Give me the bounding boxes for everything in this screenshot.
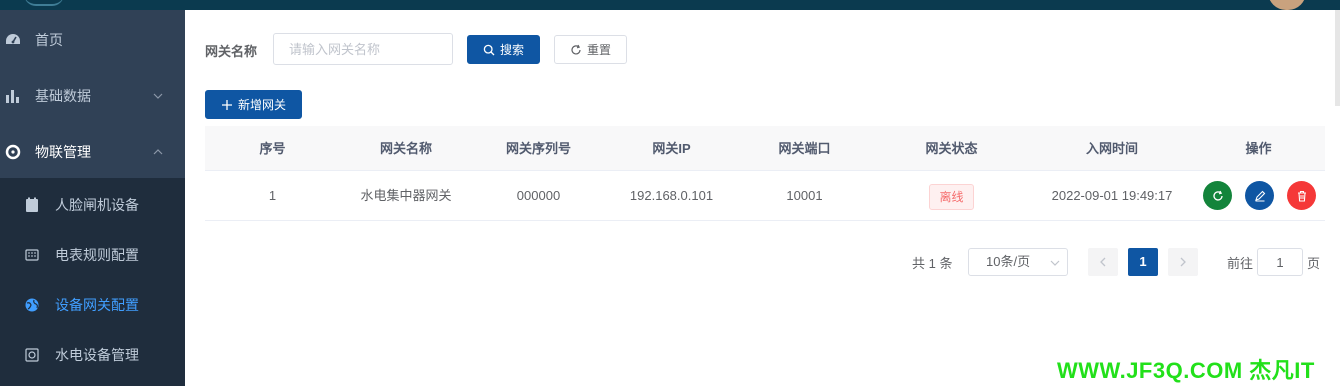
- chevron-up-icon: [153, 149, 163, 155]
- reset-button[interactable]: 重置: [554, 35, 627, 64]
- goto-page-input[interactable]: [1257, 248, 1303, 276]
- sidebar-item-home[interactable]: 首页: [0, 12, 185, 68]
- sidebar-item-face-gate[interactable]: 人脸闸机设备: [0, 180, 185, 230]
- cell-actions: [1192, 171, 1325, 221]
- sidebar-item-iot[interactable]: 物联管理: [0, 124, 185, 180]
- meter-icon: [25, 249, 39, 261]
- add-gateway-button[interactable]: 新增网关: [205, 90, 302, 119]
- sidebar-item-meter-rules[interactable]: 电表规则配置: [0, 230, 185, 280]
- table-header: 序号 网关名称 网关序列号 网关IP 网关端口 网关状态 入网时间 操作: [205, 126, 1325, 171]
- sidebar-item-label: 人脸闸机设备: [55, 197, 139, 213]
- cell-ip: 192.168.0.101: [629, 188, 714, 203]
- chevron-left-icon: [1100, 257, 1106, 267]
- refresh-icon: [1212, 190, 1223, 201]
- table-row: 1 水电集中器网关 000000 192.168.0.101 10001 离线 …: [205, 171, 1325, 221]
- pagination-total: 共 1 条: [912, 256, 953, 271]
- delete-button[interactable]: [1287, 181, 1316, 210]
- search-icon: [483, 44, 495, 55]
- cell-serial: 000000: [516, 188, 561, 203]
- sidebar-item-gateway-config[interactable]: 设备网关配置: [0, 280, 185, 330]
- cell-joined-time: 2022-09-01 19:49:17: [1051, 188, 1173, 203]
- column-header: 网关状态: [925, 141, 978, 156]
- sidebar-item-label: 电表规则配置: [55, 247, 139, 263]
- prev-page-button[interactable]: [1088, 248, 1118, 276]
- goto-label: 前往: [1227, 256, 1254, 271]
- main-content: 网关名称 搜索 重置 新增网关 序号 网关名称 网关序列号 网关IP 网关端口 …: [185, 10, 1340, 386]
- chevron-down-icon: [1050, 260, 1060, 266]
- next-page-button[interactable]: [1168, 248, 1198, 276]
- column-header: 操作: [1245, 141, 1272, 156]
- chevron-down-icon: [153, 93, 163, 99]
- gateway-name-input[interactable]: [273, 33, 453, 65]
- plus-icon: [221, 99, 232, 110]
- column-header: 网关端口: [778, 141, 831, 156]
- refresh-icon: [571, 44, 581, 54]
- sidebar-item-label: 物联管理: [35, 144, 91, 160]
- page-suffix-label: 页: [1307, 256, 1321, 271]
- dashboard-icon: [6, 34, 20, 44]
- sidebar-item-utility-devices[interactable]: 水电设备管理: [0, 330, 185, 380]
- cell-status: 离线: [871, 171, 1032, 221]
- chevron-right-icon: [1180, 257, 1186, 267]
- cell-gateway-name: 水电集中器网关: [360, 188, 452, 203]
- search-button[interactable]: 搜索: [467, 35, 540, 64]
- column-header: 网关名称: [379, 141, 432, 156]
- status-badge: 离线: [929, 183, 974, 210]
- scrollbar[interactable]: [1335, 10, 1340, 106]
- user-avatar[interactable]: [1268, 0, 1306, 10]
- column-header: 网关IP: [652, 141, 691, 156]
- sidebar-item-label: 首页: [35, 32, 63, 48]
- iot-icon: [5, 144, 21, 160]
- page-number-current[interactable]: 1: [1128, 248, 1158, 276]
- top-header-bar: [0, 0, 1340, 10]
- cell-index: 1: [268, 188, 277, 203]
- page-size-select[interactable]: 10条/页: [968, 248, 1068, 276]
- page-size-value: 10条/页: [986, 254, 1031, 269]
- sidebar-item-basic-data[interactable]: 基础数据: [0, 68, 185, 124]
- globe-icon: [25, 298, 39, 312]
- sync-button[interactable]: [1203, 181, 1232, 210]
- trash-icon: [1297, 190, 1306, 202]
- bar-chart-icon: [6, 90, 19, 103]
- device-icon: [25, 348, 39, 362]
- column-header: 入网时间: [1085, 141, 1138, 156]
- search-button-label: 搜索: [499, 43, 524, 57]
- sidebar-item-label: 水电设备管理: [55, 347, 139, 363]
- column-header: 网关序列号: [505, 141, 571, 156]
- logo: [24, 0, 64, 6]
- submenu-iot: 人脸闸机设备 电表规则配置 设备网关配置 水电设备管理: [0, 178, 185, 386]
- sidebar-item-label: 基础数据: [35, 88, 91, 104]
- edit-icon: [1254, 190, 1265, 201]
- reset-button-label: 重置: [586, 43, 611, 57]
- face-gate-icon: [26, 197, 38, 212]
- gateway-name-label: 网关名称: [205, 44, 258, 59]
- sidebar-item-label: 设备网关配置: [55, 297, 139, 313]
- column-header: 序号: [259, 141, 286, 156]
- add-gateway-label: 新增网关: [237, 98, 286, 112]
- sidebar: 首页 基础数据 物联管理 人脸闸机设备 电表规则配置 设备网关配置 水电设备管理: [0, 10, 185, 386]
- cell-port: 10001: [786, 188, 823, 203]
- watermark: WWW.JF3Q.COM 杰凡IT: [1057, 358, 1315, 383]
- edit-button[interactable]: [1245, 181, 1274, 210]
